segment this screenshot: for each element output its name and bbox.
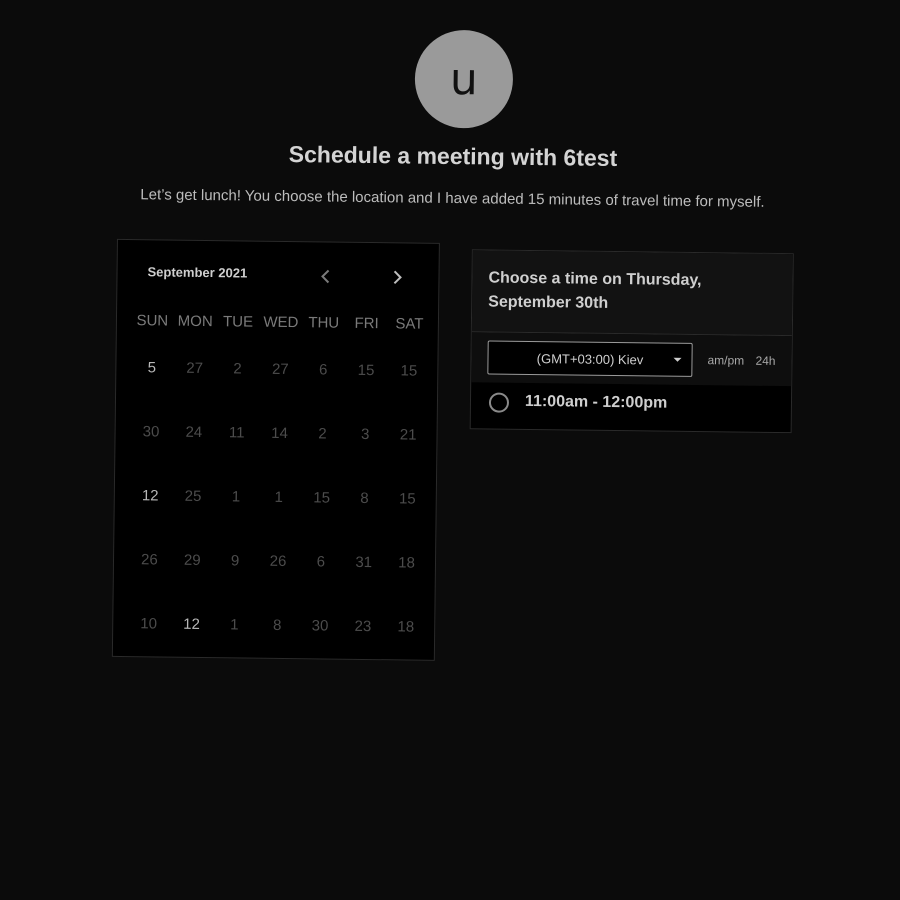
chevron-right-icon: [393, 270, 402, 285]
calendar-day: 29: [183, 551, 201, 569]
calendar-day: 23: [354, 617, 372, 636]
timezone-row: (GMT+03:00) Kiev am/pm 24h: [471, 332, 792, 387]
calendar-grid: SUN MON TUE WED THU FRI SAT 5 27 2 27 6 15 15 30 24 11 14…: [127, 306, 431, 660]
calendar-day: 24: [185, 423, 203, 441]
weekday-header: MON: [177, 312, 213, 331]
next-month-button[interactable]: [385, 265, 409, 289]
calendar-day: 21: [399, 426, 417, 444]
calendar-day: 6: [318, 361, 328, 379]
timezone-select[interactable]: (GMT+03:00) Kiev: [487, 340, 693, 377]
calendar-day: 25: [184, 487, 202, 505]
avatar: u: [414, 29, 514, 129]
calendar-month-label: September 2021: [147, 264, 248, 281]
calendar-day-available[interactable]: 12: [170, 593, 214, 658]
calendar-day: 14: [271, 424, 289, 443]
calendar-day: 15: [357, 361, 375, 380]
calendar-day: 27: [186, 359, 204, 377]
time-slot-label: 11:00am - 12:00pm: [524, 392, 668, 412]
calendar-day: 18: [397, 618, 415, 636]
calendar: September 2021 SUN MON TUE WED THU FRI SAT 5 27 2…: [111, 238, 440, 661]
calendar-day: 10: [140, 615, 158, 633]
caret-down-icon: [673, 357, 682, 362]
calendar-day: 2: [233, 360, 242, 378]
calendar-day: 1: [274, 488, 284, 506]
calendar-day: 1: [230, 616, 239, 634]
weekday-header: SAT: [395, 315, 424, 333]
calendar-day: 26: [269, 552, 287, 571]
meeting-description: Let’s get lunch! You choose the location…: [140, 186, 765, 211]
weekday-header: TUE: [222, 313, 254, 331]
calendar-day: 11: [228, 424, 245, 442]
previous-month-button[interactable]: [313, 264, 337, 288]
calendar-day: 6: [316, 553, 326, 571]
calendar-day: 1: [231, 488, 241, 506]
calendar-day: 2: [318, 425, 327, 443]
calendar-day-available[interactable]: 5: [130, 336, 174, 401]
calendar-day: 30: [311, 617, 329, 635]
weekday-header: WED: [263, 313, 299, 332]
calendar-day-available[interactable]: 12: [128, 464, 172, 529]
calendar-day: 31: [355, 553, 373, 572]
calendar-day: 8: [272, 616, 282, 634]
time-slot[interactable]: 11:00am - 12:00pm: [471, 382, 792, 432]
format-24h-toggle[interactable]: 24h: [755, 354, 775, 368]
weekday-header: FRI: [354, 314, 379, 333]
calendar-day: 8: [360, 489, 369, 508]
radio-icon[interactable]: [488, 392, 510, 413]
avatar-letter: u: [449, 53, 479, 105]
format-ampm-toggle[interactable]: am/pm: [707, 353, 744, 367]
time-picker-header: Choose a time on Thursday, September 30t…: [471, 250, 793, 337]
time-picker-heading: Choose a time on Thursday, September 30t…: [488, 269, 702, 312]
time-picker-panel: Choose a time on Thursday, September 30t…: [469, 249, 794, 434]
page-title: Schedule a meeting with 6test: [288, 141, 618, 172]
chevron-left-icon: [321, 269, 330, 284]
weekday-header: THU: [308, 314, 340, 332]
calendar-day: 18: [398, 554, 416, 572]
calendar-day: 26: [140, 551, 158, 569]
calendar-day: 15: [398, 490, 416, 508]
timezone-value: (GMT+03:00) Kiev: [536, 350, 644, 367]
calendar-day: 30: [142, 423, 160, 441]
calendar-day: 9: [230, 552, 240, 570]
scheduling-page: u Schedule a meeting with 6test Let’s ge…: [0, 0, 900, 900]
calendar-day: 15: [313, 489, 331, 507]
weekday-header: SUN: [136, 312, 169, 330]
calendar-day: 3: [361, 425, 370, 444]
calendar-day: 27: [271, 360, 289, 379]
calendar-day: 15: [400, 362, 418, 380]
